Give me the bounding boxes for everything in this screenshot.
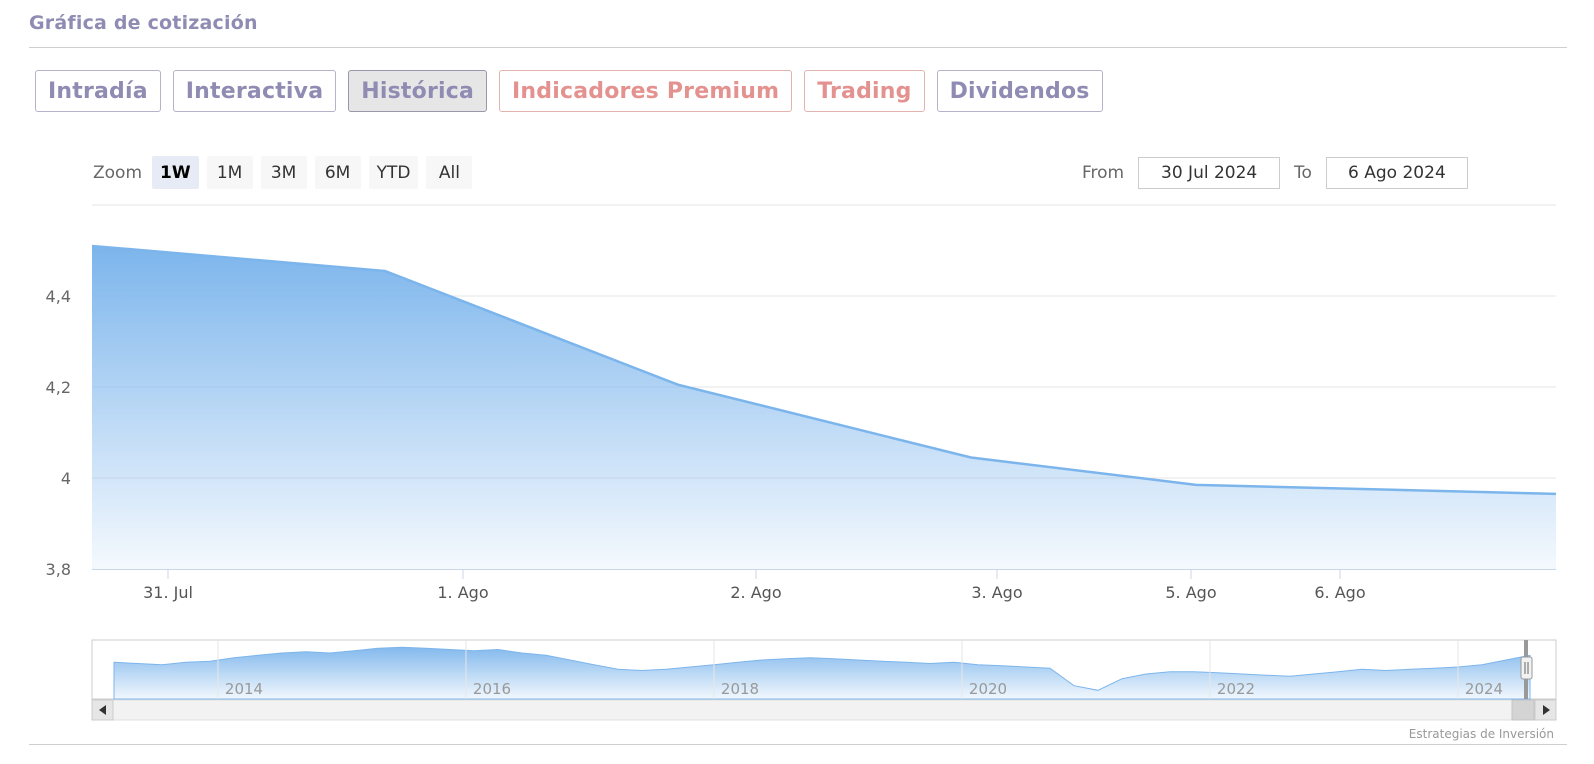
x-tick-label: 31. Jul (143, 583, 193, 602)
x-tick-label: 2. Ago (730, 583, 781, 602)
bottom-divider (29, 744, 1567, 745)
price-area (92, 245, 1556, 569)
navigator-handle[interactable] (1520, 656, 1533, 680)
y-tick-label: 4,2 (46, 378, 71, 397)
scrollbar-track[interactable] (91, 699, 1557, 721)
navigator-year-label: 2020 (969, 680, 1007, 698)
x-tick-label: 6. Ago (1314, 583, 1365, 602)
y-tick-label: 3,8 (46, 560, 71, 579)
navigator-year-label: 2016 (473, 680, 511, 698)
x-tick-label: 1. Ago (437, 583, 488, 602)
x-tick-label: 5. Ago (1165, 583, 1216, 602)
y-tick-label: 4 (61, 469, 71, 488)
navigator-year-label: 2024 (1465, 680, 1503, 698)
y-tick-label: 4,4 (46, 287, 71, 306)
navigator-year-label: 2014 (225, 680, 263, 698)
chart-credit: Estrategias de Inversión (1408, 727, 1554, 741)
price-chart: 3,8 4 4,2 4,4 31. Jul 1. Ago 2. Ago 3. Ago 5. Ag… (46, 204, 1557, 721)
x-tick-label: 3. Ago (971, 583, 1022, 602)
navigator-year-label: 2022 (1217, 680, 1255, 698)
navigator-year-label: 2018 (721, 680, 759, 698)
scrollbar-thumb[interactable] (1511, 699, 1535, 721)
